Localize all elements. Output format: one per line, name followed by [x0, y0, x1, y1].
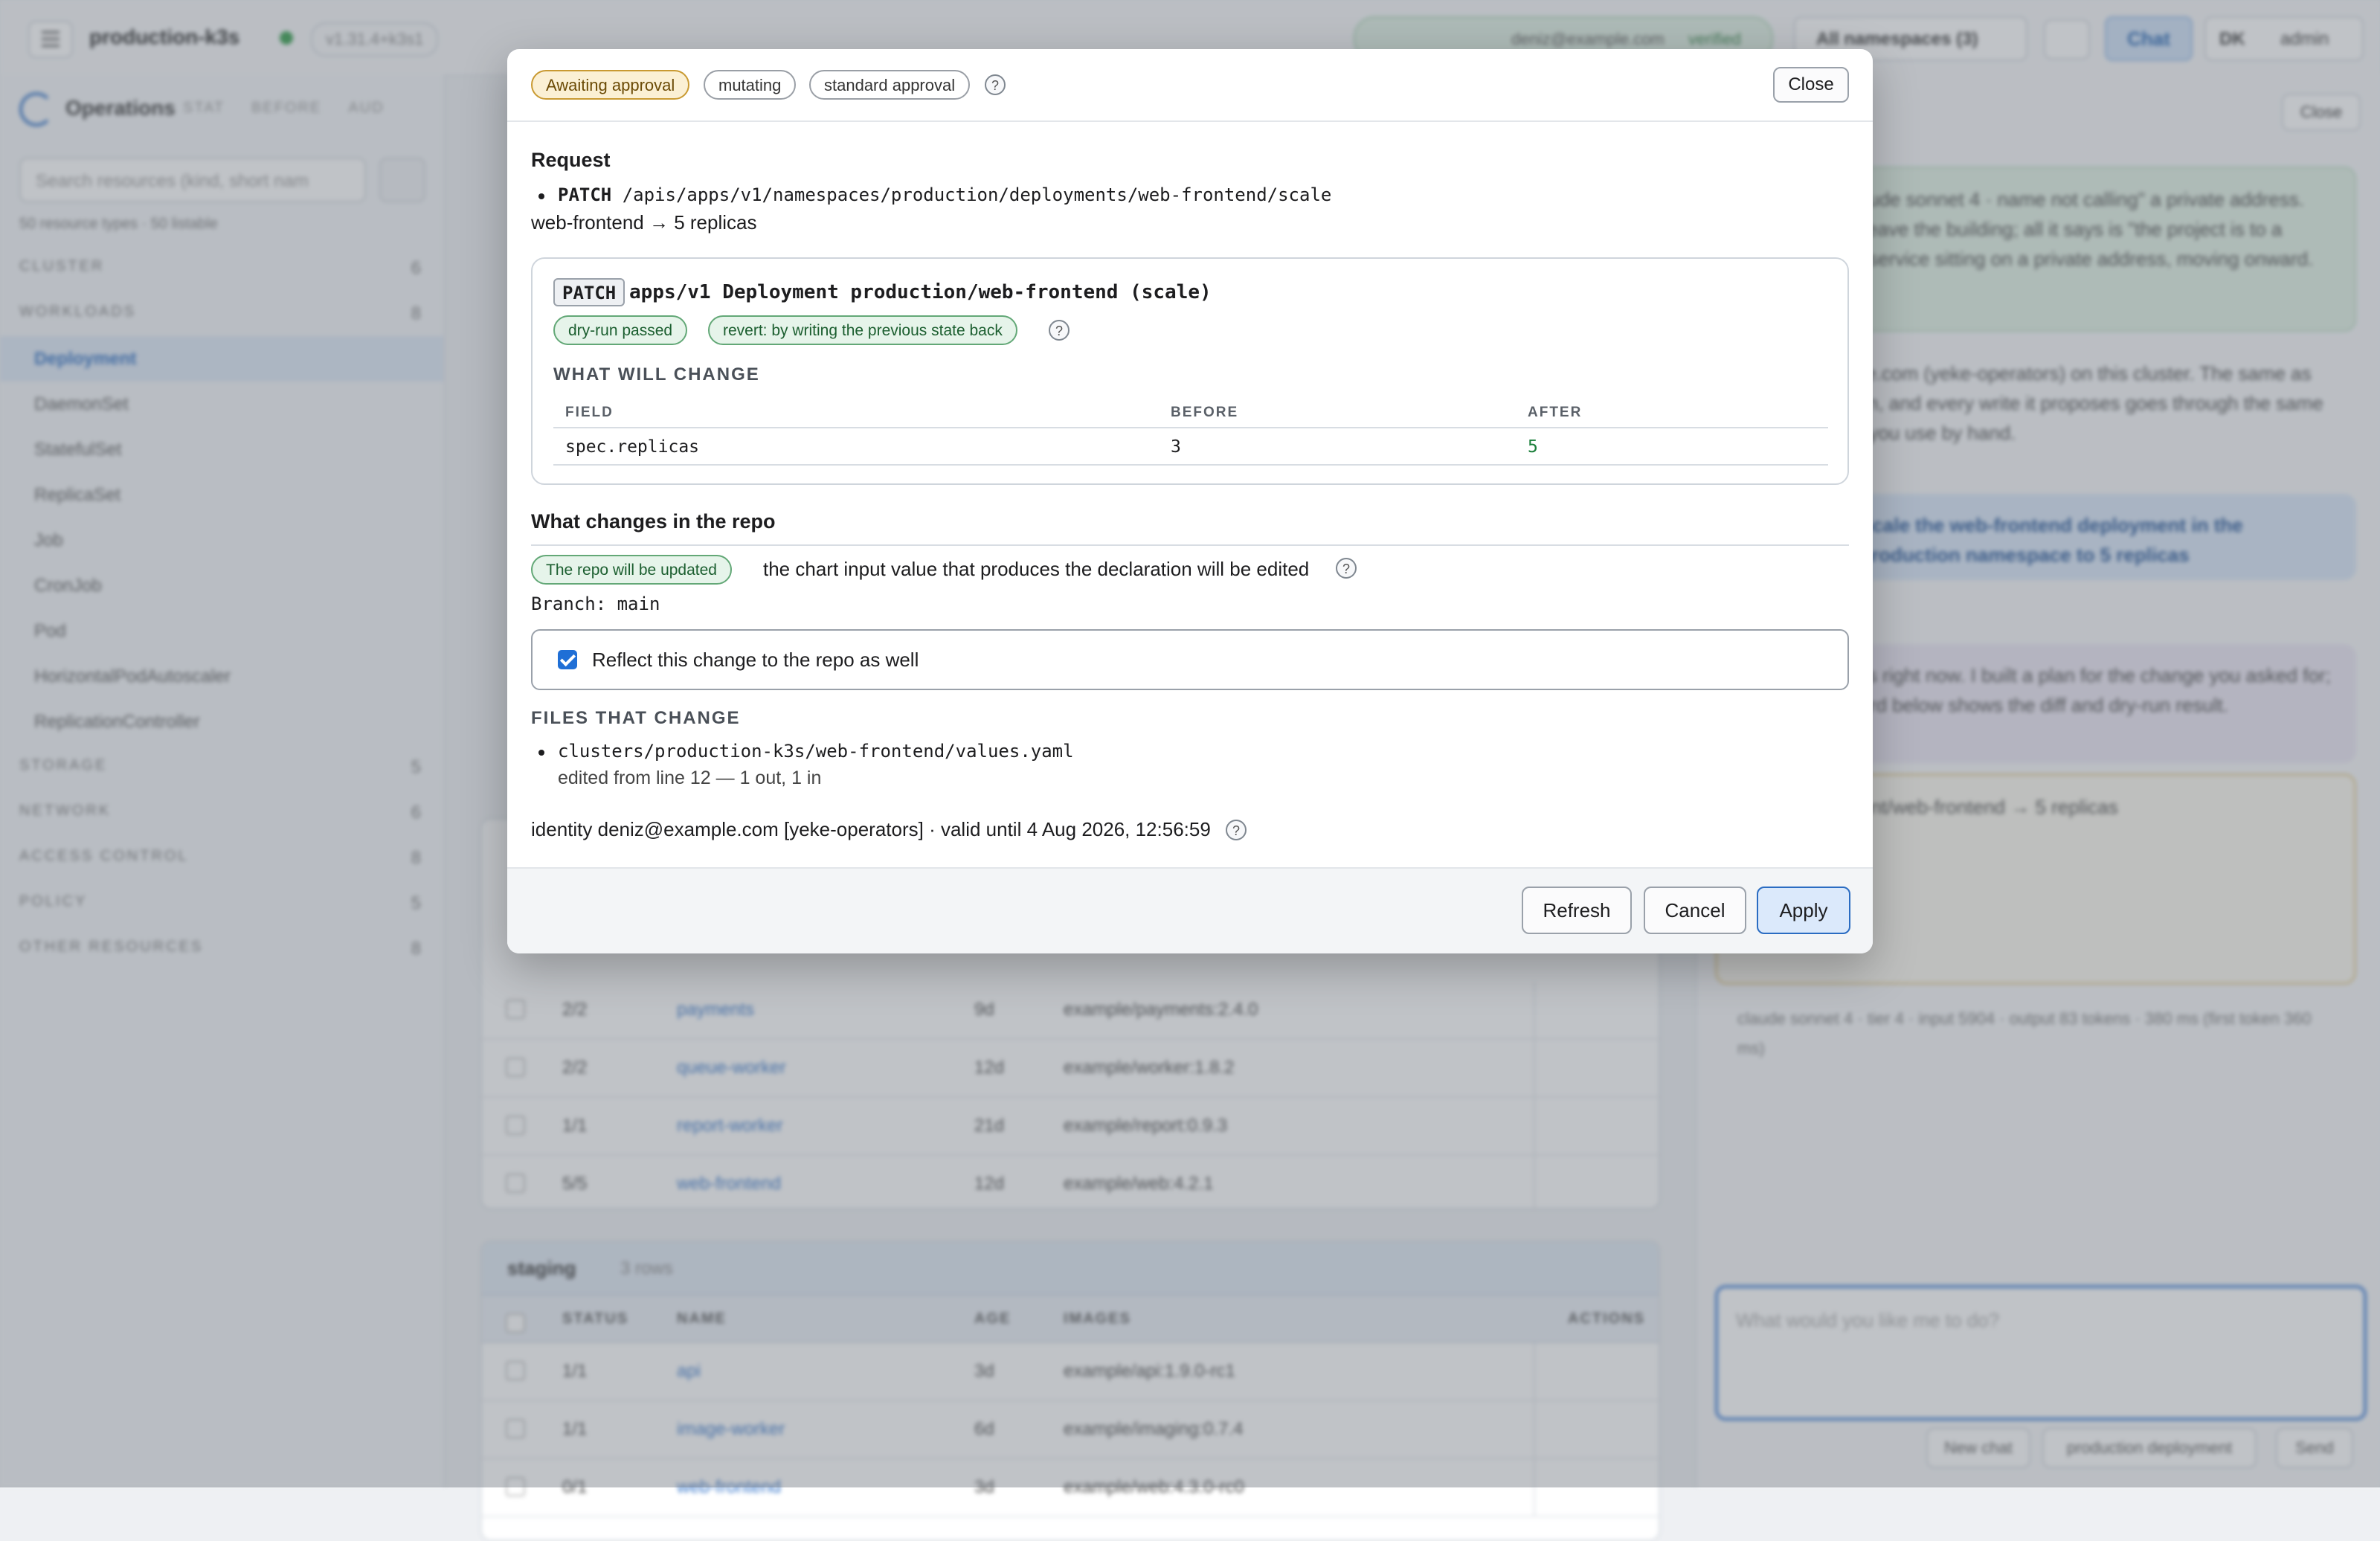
kind-badge: mutating: [704, 70, 797, 100]
repo-help-icon[interactable]: ?: [1336, 558, 1357, 579]
dialog-header: Awaiting approval mutating standard appr…: [507, 49, 1873, 122]
file-path: clusters/production-k3s/web-frontend/val…: [558, 741, 1074, 762]
apply-button[interactable]: Apply: [1757, 887, 1850, 934]
revert-help-icon[interactable]: ?: [1049, 320, 1070, 341]
close-button[interactable]: Close: [1773, 67, 1849, 103]
reflect-to-repo-option[interactable]: Reflect this change to the repo as well: [531, 629, 1849, 690]
refresh-button[interactable]: Refresh: [1522, 887, 1632, 934]
repo-branch: Branch: main: [531, 593, 660, 614]
revert-badge: revert: by writing the previous state ba…: [708, 315, 1017, 345]
repo-update-badge: The repo will be updated: [531, 555, 732, 585]
table-divider: [553, 464, 1828, 466]
help-icon[interactable]: ?: [985, 74, 1006, 95]
bullet: [538, 750, 544, 756]
request-heading: Request: [531, 149, 611, 171]
identity-help-icon[interactable]: ?: [1226, 820, 1247, 840]
bullet: [538, 193, 544, 199]
policy-badge: standard approval: [809, 70, 971, 100]
request-line: PATCH /apis/apps/v1/namespaces/productio…: [558, 184, 1331, 205]
request-path: /apis/apps/v1/namespaces/production/depl…: [622, 184, 1332, 205]
reflect-checkbox[interactable]: [558, 650, 577, 669]
what-will-change-heading: WHAT WILL CHANGE: [553, 364, 760, 385]
change-after: 5: [1528, 437, 1538, 457]
cancel-button[interactable]: Cancel: [1644, 887, 1746, 934]
table-divider: [553, 427, 1828, 428]
col-after: AFTER: [1528, 405, 1583, 420]
file-change-note: edited from line 12 — 1 out, 1 in: [558, 768, 822, 788]
dryrun-badge: dry-run passed: [553, 315, 688, 345]
status-badge: Awaiting approval: [531, 70, 690, 100]
approval-dialog: Awaiting approval mutating standard appr…: [507, 49, 1873, 953]
repo-divider: [531, 544, 1849, 546]
reflect-label[interactable]: Reflect this change to the repo as well: [592, 649, 919, 672]
request-summary: web-frontend → 5 replicas: [531, 211, 757, 234]
files-heading: FILES THAT CHANGE: [531, 708, 741, 728]
patch-method: PATCH: [553, 278, 625, 306]
col-before: BEFORE: [1171, 405, 1239, 420]
patch-title: apps/v1 Deployment production/web-fronte…: [629, 281, 1212, 303]
change-field: spec.replicas: [565, 437, 700, 457]
repo-description: the chart input value that produces the …: [763, 558, 1310, 580]
change-before: 3: [1171, 437, 1181, 457]
col-field: FIELD: [565, 405, 614, 420]
identity-line: identity deniz@example.com [yeke-operato…: [531, 818, 1211, 840]
repo-heading: What changes in the repo: [531, 510, 776, 533]
request-method: PATCH: [558, 184, 612, 205]
patch-card: PATCH apps/v1 Deployment production/web-…: [531, 257, 1849, 485]
